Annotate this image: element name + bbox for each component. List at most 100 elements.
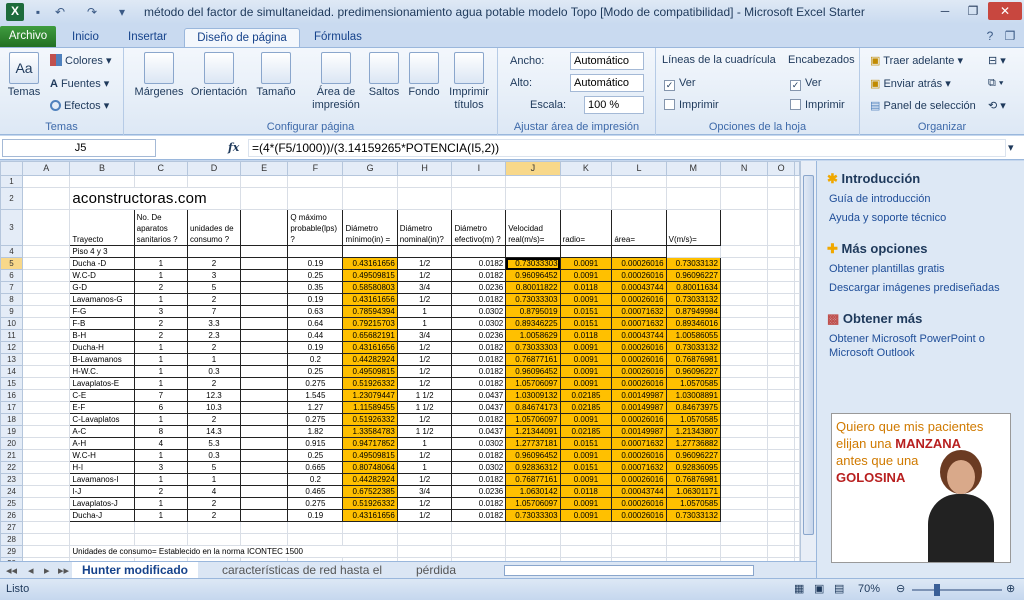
cell-area[interactable]: 0.00026016: [611, 293, 667, 306]
cell[interactable]: [396, 521, 453, 534]
cell-v[interactable]: 1.21343807: [665, 425, 721, 438]
redo-icon[interactable]: ↷: [84, 4, 100, 20]
cell-velocidad[interactable]: 0.73033303: [505, 257, 561, 270]
cell-radio[interactable]: 0.0091: [559, 365, 613, 378]
cell[interactable]: [719, 473, 769, 486]
cell[interactable]: [505, 187, 561, 210]
cell-velocidad[interactable]: 0.96096452: [505, 449, 561, 462]
cell-area[interactable]: 0.00026016: [611, 341, 667, 354]
cell-area[interactable]: 0.00149987: [611, 389, 667, 402]
cell[interactable]: [719, 245, 769, 258]
cell[interactable]: [794, 257, 800, 270]
cell-aparatos[interactable]: 1: [133, 497, 188, 510]
column-header-extra[interactable]: [794, 161, 800, 176]
header-i[interactable]: Diámetro efectivo(m) ?: [451, 209, 507, 246]
cell-diam-nom[interactable]: 1/2: [396, 377, 453, 390]
cell-velocidad[interactable]: 1.0058629: [505, 329, 561, 342]
cell[interactable]: [767, 377, 795, 390]
cell-diam-ef[interactable]: 0.0182: [451, 353, 507, 366]
cell-v[interactable]: 0.96096227: [665, 269, 721, 282]
cell[interactable]: [342, 533, 398, 546]
cell-area[interactable]: 0.00026016: [611, 257, 667, 270]
cell-aparatos[interactable]: 1: [133, 293, 188, 306]
cell[interactable]: [767, 473, 795, 486]
cell-diam-ef[interactable]: 0.0302: [451, 305, 507, 318]
cell[interactable]: [239, 293, 289, 306]
column-header-j[interactable]: J: [505, 161, 561, 176]
fuentes-button[interactable]: A Fuentes ▾: [50, 77, 109, 90]
cell-diam-min[interactable]: 1.33584783: [342, 425, 398, 438]
cell[interactable]: [239, 245, 289, 258]
cell[interactable]: [239, 437, 289, 450]
cell[interactable]: [665, 175, 721, 188]
cell[interactable]: [611, 533, 667, 546]
cell[interactable]: [22, 269, 71, 282]
cell-unidades[interactable]: 2: [186, 293, 241, 306]
cell-diam-min[interactable]: 0.79215703: [342, 317, 398, 330]
cell-velocidad[interactable]: 0.76877161: [505, 473, 561, 486]
cell-velocidad[interactable]: 0.96096452: [505, 365, 561, 378]
cell-diam-ef[interactable]: 0.0182: [451, 449, 507, 462]
cell[interactable]: [794, 317, 800, 330]
cell-diam-nom[interactable]: 1/2: [396, 473, 453, 486]
cell-aparatos[interactable]: 1: [133, 473, 188, 486]
formula-input[interactable]: =(4*(F5/1000))/(3.14159265*POTENCIA(I5,2…: [248, 139, 1006, 157]
cell[interactable]: [133, 175, 188, 188]
cell[interactable]: [559, 175, 613, 188]
cell-unidades[interactable]: 12.3: [186, 389, 241, 402]
cell[interactable]: [186, 533, 241, 546]
row-header[interactable]: 2: [0, 187, 24, 210]
cell[interactable]: [611, 545, 667, 558]
cell[interactable]: [719, 269, 769, 282]
row-header[interactable]: 3: [0, 209, 24, 246]
cell[interactable]: [396, 245, 453, 258]
cell-velocidad[interactable]: 1.05706097: [505, 377, 561, 390]
undo-icon[interactable]: ↶: [52, 4, 68, 20]
column-header-n[interactable]: N: [719, 161, 769, 176]
cell-q[interactable]: 0.35: [287, 281, 344, 294]
cell[interactable]: [451, 545, 507, 558]
cell-v[interactable]: 0.96096227: [665, 365, 721, 378]
cell-v[interactable]: 1.03008891: [665, 389, 721, 402]
cell[interactable]: [767, 509, 795, 522]
cell[interactable]: [611, 187, 667, 210]
cell[interactable]: [239, 365, 289, 378]
cell-velocidad[interactable]: 0.8795019: [505, 305, 561, 318]
margenes-button[interactable]: Márgenes: [132, 52, 186, 99]
cell[interactable]: [719, 329, 769, 342]
cell-q[interactable]: 0.63: [287, 305, 344, 318]
area-impresion-button[interactable]: Área de impresión: [304, 52, 368, 112]
cell[interactable]: [794, 281, 800, 294]
cell-radio[interactable]: 0.0091: [559, 257, 613, 270]
fx-icon[interactable]: fx: [228, 141, 239, 154]
cell-radio[interactable]: 0.0091: [559, 413, 613, 426]
cell-aparatos[interactable]: 2: [133, 485, 188, 498]
cell[interactable]: [719, 413, 769, 426]
cell[interactable]: [794, 473, 800, 486]
cell-radio[interactable]: 0.0091: [559, 377, 613, 390]
cell-velocidad[interactable]: 1.21344091: [505, 425, 561, 438]
cell-q[interactable]: 0.2: [287, 473, 344, 486]
cell-unidades[interactable]: 2: [186, 509, 241, 522]
cell-diam-min[interactable]: 0.43161656: [342, 257, 398, 270]
link-guia-introduccion[interactable]: Guía de introducción: [829, 192, 931, 206]
cell[interactable]: [22, 461, 71, 474]
cell[interactable]: [239, 401, 289, 414]
cell-velocidad[interactable]: 1.0630142: [505, 485, 561, 498]
header-j[interactable]: Velocidad real(m/s)=: [505, 209, 561, 246]
cell-trayecto[interactable]: I-J: [69, 485, 135, 498]
cell[interactable]: [133, 521, 188, 534]
cell-velocidad[interactable]: 0.89346225: [505, 317, 561, 330]
cell-diam-nom[interactable]: 1/2: [396, 269, 453, 282]
cell-aparatos[interactable]: 1: [133, 365, 188, 378]
cell-trayecto[interactable]: G-D: [69, 281, 135, 294]
panel-seleccion-button[interactable]: ▤ Panel de selección: [870, 99, 976, 112]
cell[interactable]: [665, 521, 721, 534]
zoom-level[interactable]: 70%: [858, 583, 880, 595]
row-header[interactable]: 21: [0, 449, 24, 462]
cell[interactable]: [505, 545, 561, 558]
cell-trayecto[interactable]: Lavaplatos-E: [69, 377, 135, 390]
cell[interactable]: [767, 533, 795, 546]
cell-diam-ef[interactable]: 0.0182: [451, 257, 507, 270]
cell-radio[interactable]: 0.0091: [559, 449, 613, 462]
